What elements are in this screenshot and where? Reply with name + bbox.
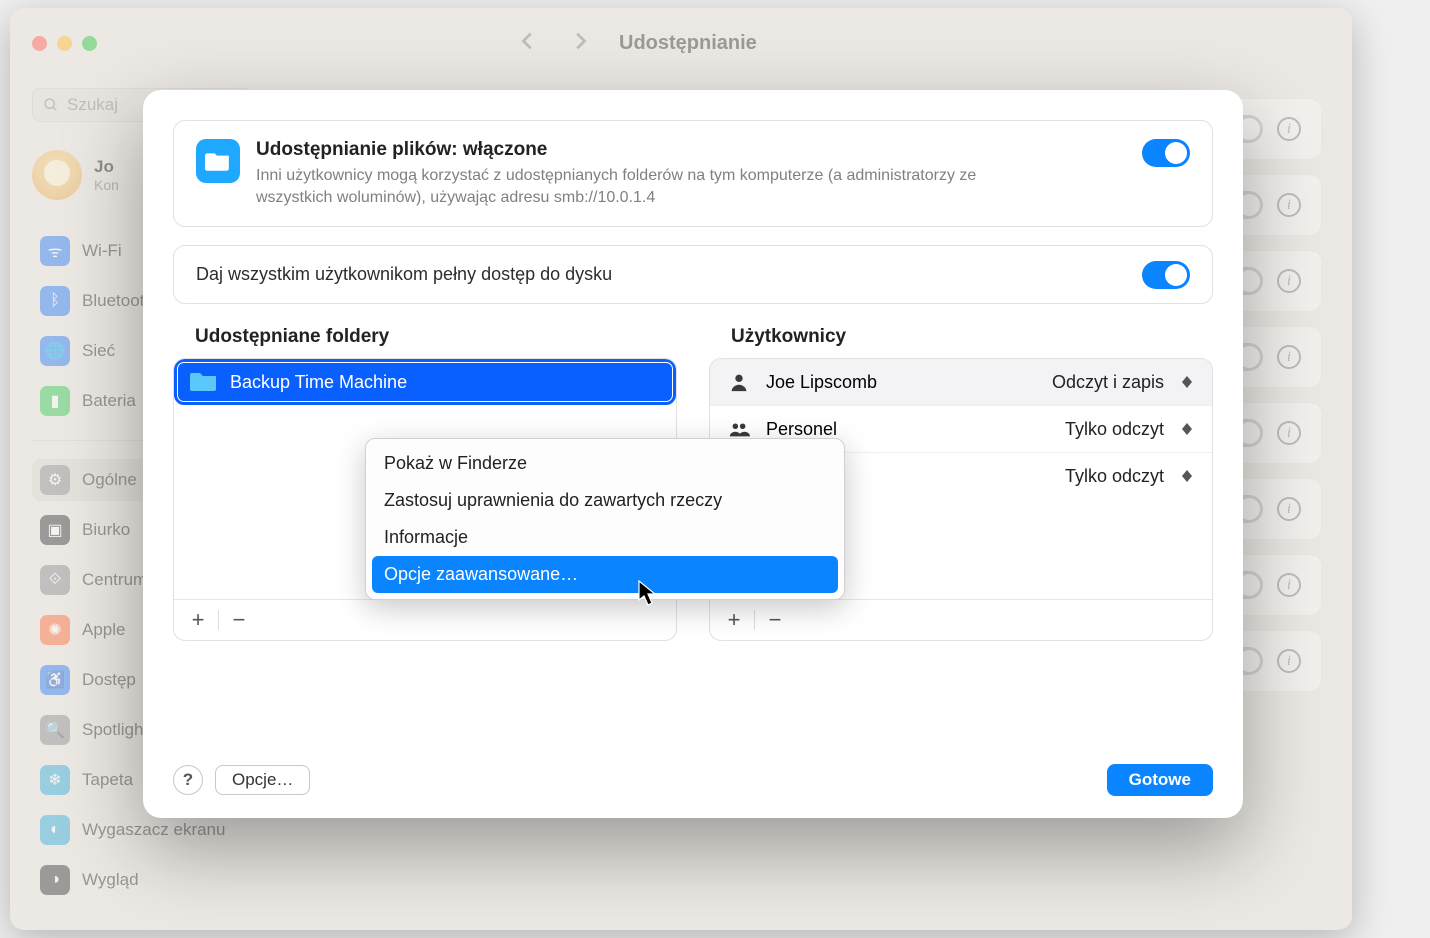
person-icon [726,369,752,395]
add-user-button[interactable]: + [720,606,748,634]
full-access-card: Daj wszystkim użytkownikom pełny dostęp … [173,245,1213,304]
status-title: Udostępnianie plików: włączone [256,139,1126,161]
users-footer: + − [710,599,1212,640]
sheet-footer: ? Opcje… Gotowe [173,764,1213,796]
ctx-advanced-options[interactable]: Opcje zaawansowane… [372,556,838,593]
divider [754,610,755,630]
ctx-apply-permissions[interactable]: Zastosuj uprawnienia do zawartych rzeczy [372,482,838,519]
user-row[interactable]: Joe Lipscomb Odczyt i zapis [710,359,1212,406]
users-title: Użytkownicy [709,326,1213,358]
full-access-toggle[interactable] [1142,261,1190,289]
help-button[interactable]: ? [173,765,203,795]
permission-stepper[interactable] [1178,376,1196,388]
ctx-info[interactable]: Informacje [372,519,838,556]
status-card: Udostępnianie plików: włączone Inni użyt… [173,120,1213,227]
remove-user-button[interactable]: − [761,606,789,634]
remove-folder-button[interactable]: − [225,606,253,634]
status-subtitle: Inni użytkownicy mogą korzystać z udostę… [256,165,996,208]
add-folder-button[interactable]: + [184,606,212,634]
user-permission: Tylko odczyt [1065,419,1164,440]
file-sharing-toggle[interactable] [1142,139,1190,167]
permission-stepper[interactable] [1178,423,1196,435]
user-name: Personel [766,419,1051,440]
folder-row[interactable]: Backup Time Machine [178,363,672,401]
done-button[interactable]: Gotowe [1107,764,1213,796]
folder-name: Backup Time Machine [230,372,407,393]
full-access-label: Daj wszystkim użytkownikom pełny dostęp … [174,246,634,303]
folders-footer: + − [174,599,676,640]
options-button[interactable]: Opcje… [215,765,310,795]
settings-window: Udostępnianie Szukaj Jo Kon ᯤWi-Fi ᛒBlue… [10,8,1352,930]
user-name: Joe Lipscomb [766,372,1038,393]
permission-stepper[interactable] [1178,470,1196,482]
user-permission: Tylko odczyt [1065,466,1164,487]
cursor-icon [638,580,658,611]
folder-icon [190,371,218,393]
context-menu: Pokaż w Finderze Zastosuj uprawnienia do… [365,438,845,600]
user-permission: Odczyt i zapis [1052,372,1164,393]
folders-title: Udostępniane foldery [173,326,677,358]
file-sharing-icon [196,139,240,183]
ctx-show-in-finder[interactable]: Pokaż w Finderze [372,445,838,482]
divider [218,610,219,630]
